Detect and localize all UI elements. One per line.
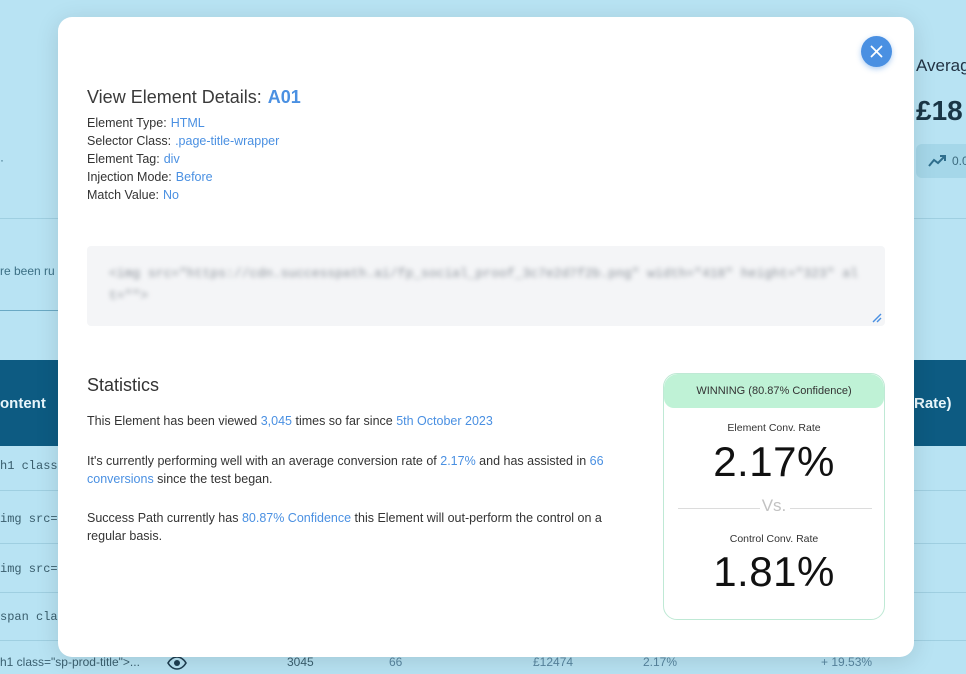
detail-label: Element Tag: [87, 152, 160, 166]
text: since the test began. [153, 472, 273, 486]
eye-icon[interactable] [167, 656, 187, 670]
start-date: 5th October 2023 [396, 414, 493, 428]
detail-label: Selector Class: [87, 134, 172, 148]
divider [914, 218, 966, 219]
detail-value: div [163, 152, 180, 166]
divider [0, 490, 58, 491]
detail-selector-class: Selector Class: .page-title-wrapper [87, 132, 279, 150]
bottom-row-revenue: £12474 [533, 655, 574, 669]
bullet-fragment: · [0, 153, 4, 167]
detail-label: Injection Mode: [87, 170, 172, 184]
divider [914, 490, 966, 491]
rate-column-header: Rate) [914, 395, 952, 412]
content-column-header: ontent [0, 395, 46, 412]
bottom-row-element: h1 class="sp-prod-title">... [0, 655, 140, 669]
bottom-row-conversions: 66 [389, 655, 403, 669]
code-textarea[interactable]: <img src="https://cdn.successpath.ai/fp_… [87, 246, 885, 326]
confidence-value: 80.87% Confidence [241, 511, 352, 525]
text: This Element has been viewed [87, 414, 261, 428]
views-count: 3,045 [260, 414, 292, 428]
detail-injection-mode: Injection Mode: Before [87, 168, 279, 186]
divider [0, 543, 58, 544]
trend-value: 0.0 [952, 154, 966, 168]
resize-handle-icon[interactable] [867, 308, 883, 324]
element-rate-value: 2.17% [713, 438, 835, 485]
detail-value: Before [175, 170, 213, 184]
divider [914, 543, 966, 544]
confidence-paragraph: Success Path currently has 80.87% Confid… [87, 509, 627, 545]
bottom-row-views: 3045 [287, 655, 314, 669]
background-left-panel: · re been ru ontent h1 class=" img src="… [0, 0, 72, 674]
code-content: <img src="https://cdn.successpath.ai/fp_… [109, 266, 858, 303]
detail-element-type: Element Type: HTML [87, 114, 279, 132]
divider [0, 592, 58, 593]
conversion-rate: 2.17% [440, 454, 476, 468]
close-icon [870, 45, 883, 58]
background-ran-text: re been ru [0, 264, 55, 278]
views-paragraph: This Element has been viewed 3,045 times… [87, 412, 647, 430]
detail-label: Element Type: [87, 116, 167, 130]
element-id: A01 [267, 87, 301, 107]
detail-match-value: Match Value: No [87, 186, 279, 204]
divider [914, 640, 966, 641]
performance-paragraph: It's currently performing well with an a… [87, 452, 627, 488]
conversion-scorecard: WINNING (80.87% Confidence) Element Conv… [663, 373, 885, 620]
detail-label: Match Value: [87, 188, 160, 202]
element-details-modal: View Element Details: A01 Element Type: HT… [58, 17, 914, 657]
divider [914, 592, 966, 593]
control-rate-label: Control Conv. Rate [729, 533, 819, 545]
detail-element-tag: Element Tag: div [87, 150, 279, 168]
bottom-row-rate: 2.17% [643, 655, 678, 669]
detail-value: HTML [170, 116, 205, 130]
control-rate-value: 1.81% [713, 548, 835, 595]
text: and has assisted in [475, 454, 590, 468]
trend-chip: 0.0 [916, 144, 966, 178]
text: Success Path currently has [87, 511, 242, 525]
modal-title-prefix: View Element Details: [87, 87, 262, 107]
detail-value: No [163, 188, 180, 202]
average-stat-label: Averag [916, 56, 966, 75]
modal-title: View Element Details: A01 [87, 87, 301, 108]
average-stat-value: £18 [916, 95, 963, 126]
vs-label: Vs. [761, 496, 787, 515]
divider [0, 640, 58, 641]
divider [0, 218, 58, 219]
detail-value: .page-title-wrapper [175, 134, 280, 148]
trend-up-icon [928, 155, 946, 167]
text: times so far since [292, 414, 397, 428]
vs-divider-right [790, 508, 872, 509]
text: It's currently performing well with an a… [87, 454, 441, 468]
element-details-list: Element Type: HTML Selector Class: .page-t… [87, 114, 279, 204]
winning-badge: WINNING (80.87% Confidence) [664, 374, 884, 408]
close-button[interactable] [861, 36, 892, 67]
bottom-row-uplift: + 19.53% [821, 655, 873, 669]
element-rate-label: Element Conv. Rate [727, 422, 821, 434]
statistics-heading: Statistics [87, 375, 160, 395]
underline [0, 310, 58, 311]
